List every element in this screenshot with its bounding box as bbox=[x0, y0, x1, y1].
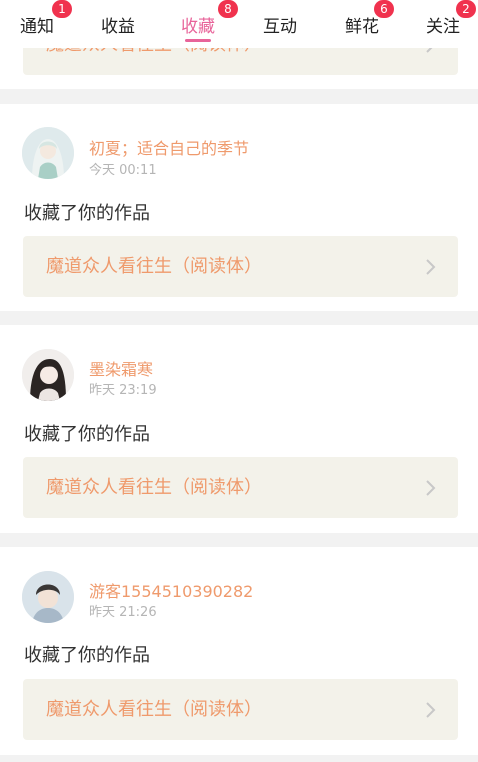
tab-label: 通知 bbox=[20, 16, 54, 37]
timestamp: 昨天 23:19 bbox=[89, 383, 157, 398]
work-link[interactable]: 魔道众人看往生（阅读体） bbox=[23, 679, 458, 740]
tab-earnings[interactable]: 收益 bbox=[78, 0, 158, 48]
timestamp: 今天 00:11 bbox=[89, 163, 157, 178]
timestamp: 昨天 21:26 bbox=[89, 605, 157, 620]
tab-label: 互动 bbox=[263, 16, 297, 37]
feed-card: 游客1554510390282 昨天 21:26 收藏了你的作品 魔道众人看往生… bbox=[0, 547, 478, 755]
work-title: 魔道众人看往生（阅读体） bbox=[46, 699, 262, 720]
tab-badge: 8 bbox=[218, 0, 238, 18]
chevron-right-icon bbox=[426, 259, 436, 275]
username[interactable]: 初夏；适合自己的季节 bbox=[89, 135, 249, 159]
feed-card: 墨染霜寒 昨天 23:19 收藏了你的作品 魔道众人看往生（阅读体） bbox=[0, 325, 478, 533]
tab-label: 鲜花 bbox=[345, 16, 379, 37]
work-title: 魔道众人看往生（阅读体） bbox=[46, 477, 262, 498]
username[interactable]: 游客1554510390282 bbox=[89, 578, 253, 602]
chevron-right-icon bbox=[426, 702, 436, 718]
work-link[interactable]: 魔道众人看往生（阅读体） bbox=[23, 457, 458, 518]
tab-label: 收益 bbox=[101, 16, 135, 37]
work-link[interactable]: 魔道众人看往生（阅读体） bbox=[23, 236, 458, 297]
avatar[interactable] bbox=[22, 127, 74, 179]
avatar[interactable] bbox=[22, 349, 74, 401]
active-tab-indicator bbox=[185, 39, 211, 42]
username[interactable]: 墨染霜寒 bbox=[89, 356, 153, 380]
avatar[interactable] bbox=[22, 571, 74, 623]
tab-badge: 2 bbox=[456, 0, 476, 18]
work-title: 魔道众人看往生（阅读体） bbox=[46, 256, 262, 277]
tab-bar: 通知 1 收益 收藏 8 互动 鲜花 6 关注 2 bbox=[0, 0, 478, 48]
tab-label: 关注 bbox=[426, 16, 460, 37]
tab-interactions[interactable]: 互动 bbox=[240, 0, 320, 48]
tab-label: 收藏 bbox=[181, 16, 215, 37]
tab-badge: 1 bbox=[52, 0, 72, 18]
feed-card: 初夏；适合自己的季节 今天 00:11 收藏了你的作品 魔道众人看往生（阅读体） bbox=[0, 104, 478, 311]
action-text: 收藏了你的作品 bbox=[24, 645, 150, 666]
tab-badge: 6 bbox=[374, 0, 394, 18]
action-text: 收藏了你的作品 bbox=[24, 203, 150, 224]
chevron-right-icon bbox=[426, 480, 436, 496]
action-text: 收藏了你的作品 bbox=[24, 424, 150, 445]
